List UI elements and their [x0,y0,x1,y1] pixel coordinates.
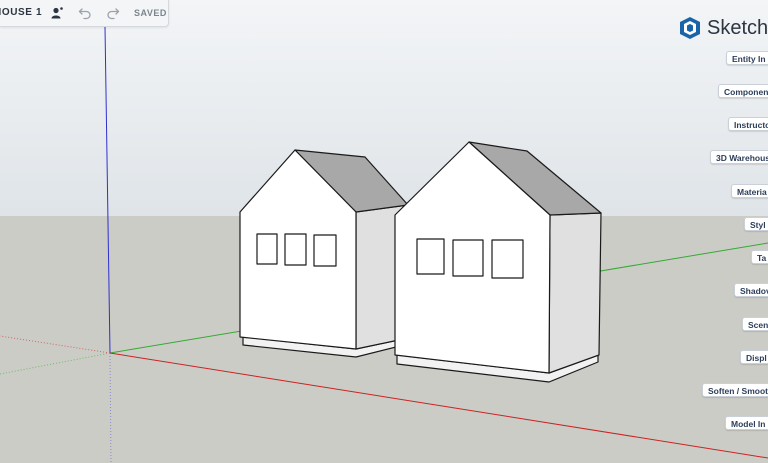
panel-model-info[interactable]: Model In [725,416,768,430]
panel-styles[interactable]: Styl [744,217,768,231]
panel-instructor[interactable]: Instructo [728,117,768,131]
panel-scenes[interactable]: Scen [742,317,768,331]
brand-name: Sketch [707,16,768,39]
redo-icon[interactable] [105,5,121,21]
panel-3d-warehouse[interactable]: 3D Warehous [710,150,768,164]
top-toolbar: HOUSE 1 SAVED [0,0,169,27]
panel-display[interactable]: Displ [740,350,768,364]
user-icon[interactable] [49,5,65,21]
house-right-window-2 [452,239,484,277]
house-left-window-2 [284,233,307,266]
panel-tags[interactable]: Ta [751,250,768,264]
undo-icon[interactable] [77,5,93,21]
panel-components[interactable]: Componen [718,84,768,98]
brand-logo: Sketch [679,14,768,42]
panel-entity-info[interactable]: Entity In [726,51,768,65]
house-right-side-wall [548,212,602,374]
panel-soften-smooth[interactable]: Soften / Smoot [702,383,768,397]
panel-shadows[interactable]: Shadov [734,283,768,297]
panel-materials[interactable]: Materia [731,184,768,198]
model-name[interactable]: HOUSE 1 [0,7,42,18]
house-right-window-1 [416,238,445,275]
save-status: SAVED [134,8,167,18]
house-left-window-1 [256,233,278,265]
sketchup-logo-icon [680,17,700,39]
3d-viewport[interactable] [0,0,768,463]
house-left-window-3 [313,234,337,267]
house-right-window-3 [491,239,524,279]
